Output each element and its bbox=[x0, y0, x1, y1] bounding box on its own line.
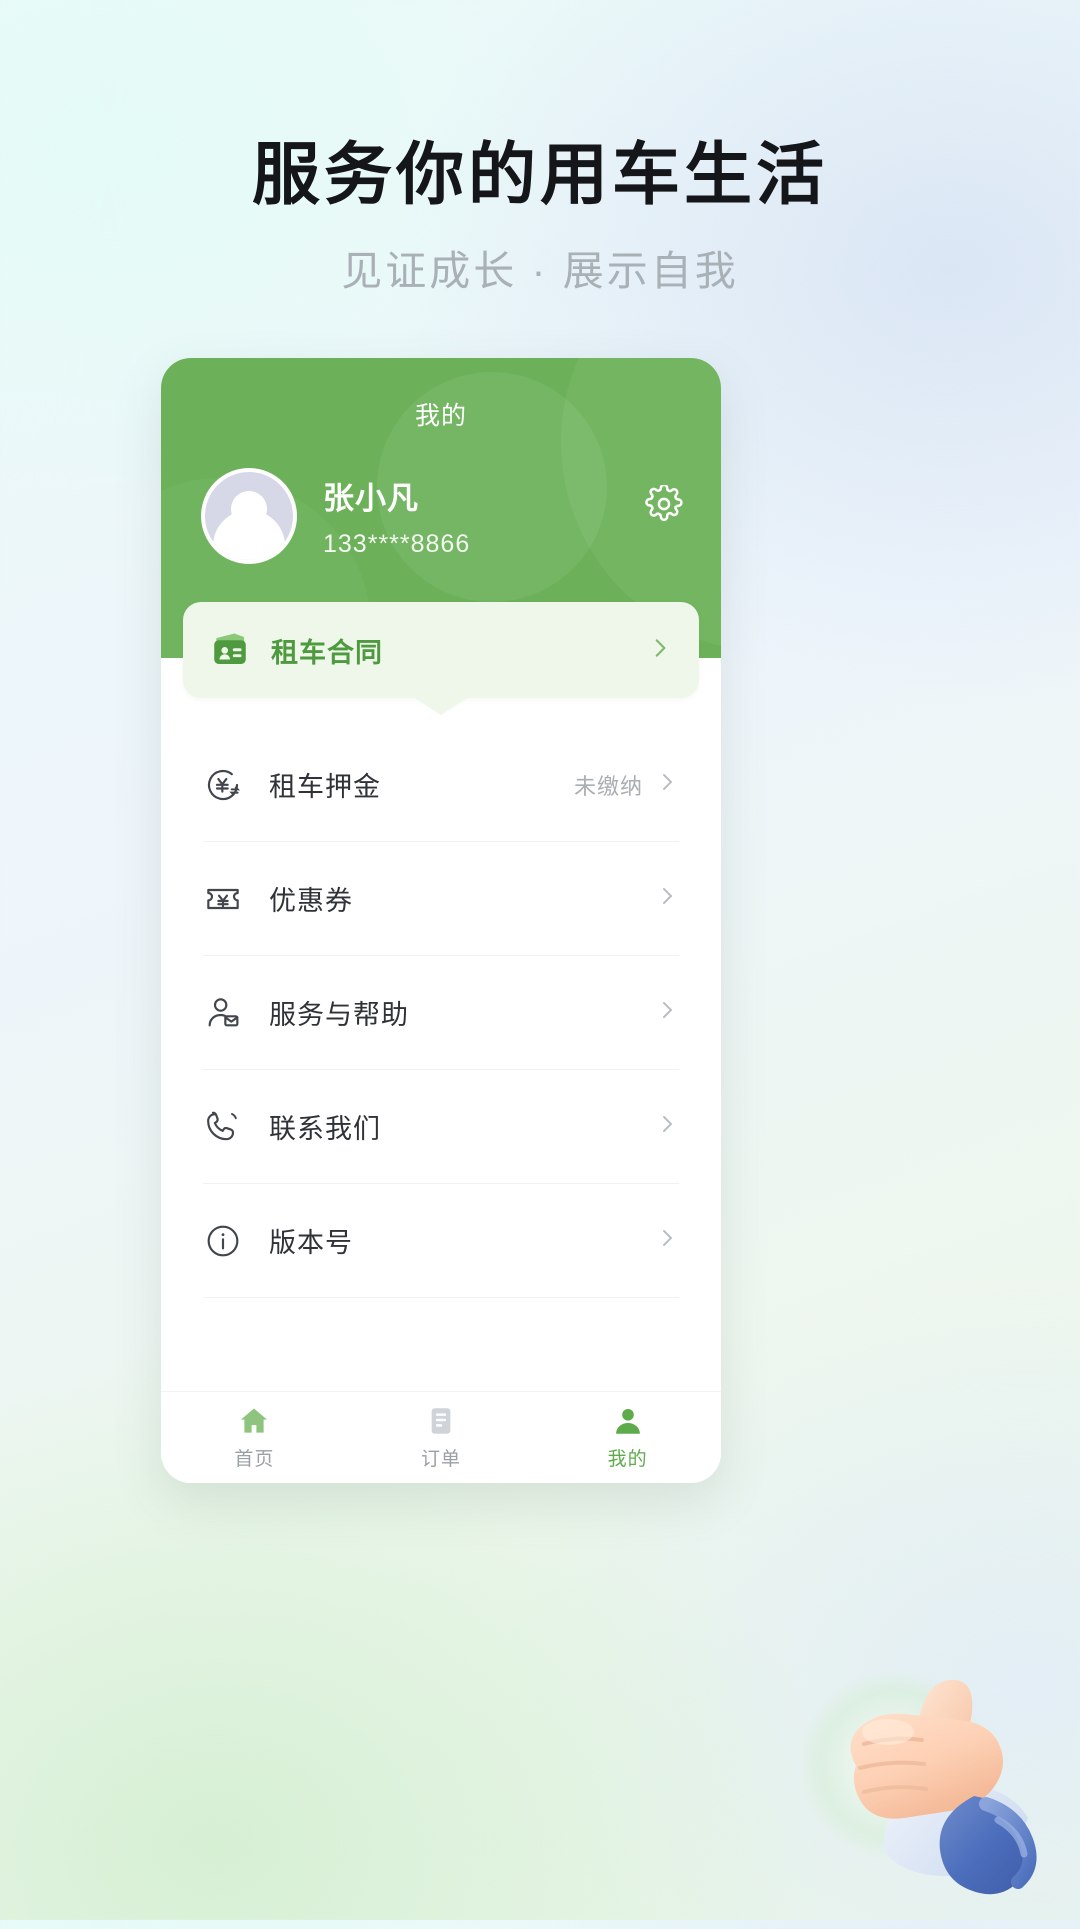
bottom-tab-bar: 首页 订单 我的 bbox=[161, 1391, 721, 1483]
phone-call-icon bbox=[203, 1107, 243, 1147]
coupon-ticket-icon bbox=[203, 879, 243, 919]
menu-item-right bbox=[643, 884, 679, 913]
user-phone: 133****8866 bbox=[323, 530, 471, 558]
menu-item-right bbox=[643, 1112, 679, 1141]
yen-circle-icon bbox=[203, 765, 243, 805]
tab-home[interactable]: 首页 bbox=[161, 1392, 348, 1483]
contract-card-icon bbox=[209, 629, 251, 671]
contract-card-notch bbox=[413, 697, 469, 715]
tab-label: 首页 bbox=[234, 1449, 275, 1470]
person-mail-icon bbox=[203, 993, 243, 1033]
order-icon bbox=[424, 1404, 458, 1438]
menu-item-label: 优惠券 bbox=[269, 886, 353, 916]
menu-item-label: 版本号 bbox=[269, 1228, 353, 1258]
status-badge: 未缴纳 bbox=[573, 773, 643, 799]
user-name: 张小凡 bbox=[323, 481, 419, 516]
menu-item-label: 联系我们 bbox=[269, 1114, 381, 1144]
avatar[interactable] bbox=[201, 468, 297, 564]
menu-item-label: 租车押金 bbox=[269, 772, 381, 802]
info-circle-icon bbox=[203, 1221, 243, 1261]
thumbs-up-hand-icon bbox=[760, 1624, 1080, 1924]
chevron-right-icon bbox=[655, 1112, 679, 1141]
page-title: 服务你的用车生活 bbox=[251, 137, 828, 213]
page-subtitle: 见证成长 · 展示自我 bbox=[341, 248, 739, 295]
profile-section[interactable]: 张小凡 133****8866 bbox=[161, 432, 721, 564]
promo-header: 服务你的用车生活 见证成长 · 展示自我 bbox=[0, 0, 1080, 297]
menu-item-deposit[interactable]: 租车押金 未缴纳 bbox=[203, 728, 679, 842]
avatar-body bbox=[213, 510, 285, 560]
chevron-right-icon bbox=[655, 998, 679, 1027]
hand-halo bbox=[800, 1670, 990, 1860]
tab-label: 订单 bbox=[421, 1449, 462, 1470]
nav-title: 我的 bbox=[414, 402, 467, 430]
chevron-right-icon bbox=[655, 1226, 679, 1255]
chevron-right-icon bbox=[655, 884, 679, 913]
contract-card[interactable]: 租车合同 bbox=[183, 602, 699, 698]
menu-item-label: 服务与帮助 bbox=[269, 1000, 409, 1030]
menu-item-contact-us[interactable]: 联系我们 bbox=[203, 1070, 679, 1184]
menu-list: 租车押金 未缴纳 优惠券 服务与帮助 联系我们 版本号 bbox=[161, 698, 721, 1298]
menu-item-right bbox=[643, 998, 679, 1027]
menu-item-coupon[interactable]: 优惠券 bbox=[203, 842, 679, 956]
chevron-right-icon bbox=[655, 770, 679, 799]
menu-item-version[interactable]: 版本号 bbox=[203, 1184, 679, 1298]
profile-info: 张小凡 133****8866 bbox=[323, 473, 470, 559]
phone-mockup: 我的 张小凡 133****8866 租车合同 租车押金 未缴纳 优惠券 服务与… bbox=[161, 358, 721, 1483]
tab-orders[interactable]: 订单 bbox=[348, 1392, 535, 1483]
menu-item-service-help[interactable]: 服务与帮助 bbox=[203, 956, 679, 1070]
home-icon bbox=[237, 1404, 271, 1438]
tab-mine[interactable]: 我的 bbox=[534, 1392, 721, 1483]
menu-item-right bbox=[643, 1226, 679, 1255]
menu-item-right: 未缴纳 bbox=[574, 769, 679, 801]
mine-icon bbox=[611, 1404, 645, 1438]
chevron-right-icon bbox=[647, 635, 673, 666]
tab-label: 我的 bbox=[607, 1449, 648, 1470]
contract-card-label: 租车合同 bbox=[271, 637, 383, 668]
contract-card-wrapper: 租车合同 bbox=[161, 602, 721, 715]
